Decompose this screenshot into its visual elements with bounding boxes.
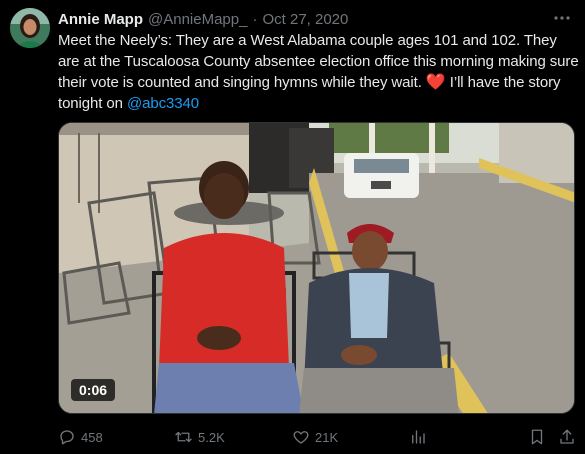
bookmark-icon [531,429,543,445]
heart-icon [293,431,309,444]
reply-icon [60,430,74,445]
separator-dot: · [252,10,258,28]
reply-button[interactable]: 458 [58,424,103,450]
views-icon [412,430,425,444]
bookmark-button[interactable] [528,424,546,450]
more-icon [554,16,570,20]
views-button[interactable] [409,424,427,450]
like-button[interactable]: 21K [292,424,338,450]
heart-emoji: ❤️ [425,74,446,91]
more-button[interactable] [551,8,573,28]
repost-button[interactable]: 5.2K [174,424,225,450]
share-icon [560,429,574,444]
tweet-timestamp[interactable]: Oct 27, 2020 [262,11,348,28]
mention-link[interactable]: @abc3340 [127,95,199,112]
video-duration-badge: 0:06 [71,379,116,401]
repost-count: 5.2K [198,429,225,445]
avatar-image [10,8,50,48]
like-count: 21K [315,429,339,445]
action-bar: 458 5.2K 21K [58,424,580,450]
avatar[interactable] [10,8,50,48]
repost-icon [175,431,192,443]
author-name[interactable]: Annie Mapp [58,11,143,28]
tweet-text: Meet the Neely’s: They are a West Alabam… [58,30,580,114]
tweet-header: Annie Mapp @AnnieMapp_ · Oct 27, 2020 [58,9,348,29]
video-player[interactable]: 0:06 [58,122,575,414]
share-button[interactable] [558,424,576,450]
video-thumbnail [59,123,574,413]
reply-count: 458 [81,429,103,445]
author-handle[interactable]: @AnnieMapp_ [148,11,247,28]
